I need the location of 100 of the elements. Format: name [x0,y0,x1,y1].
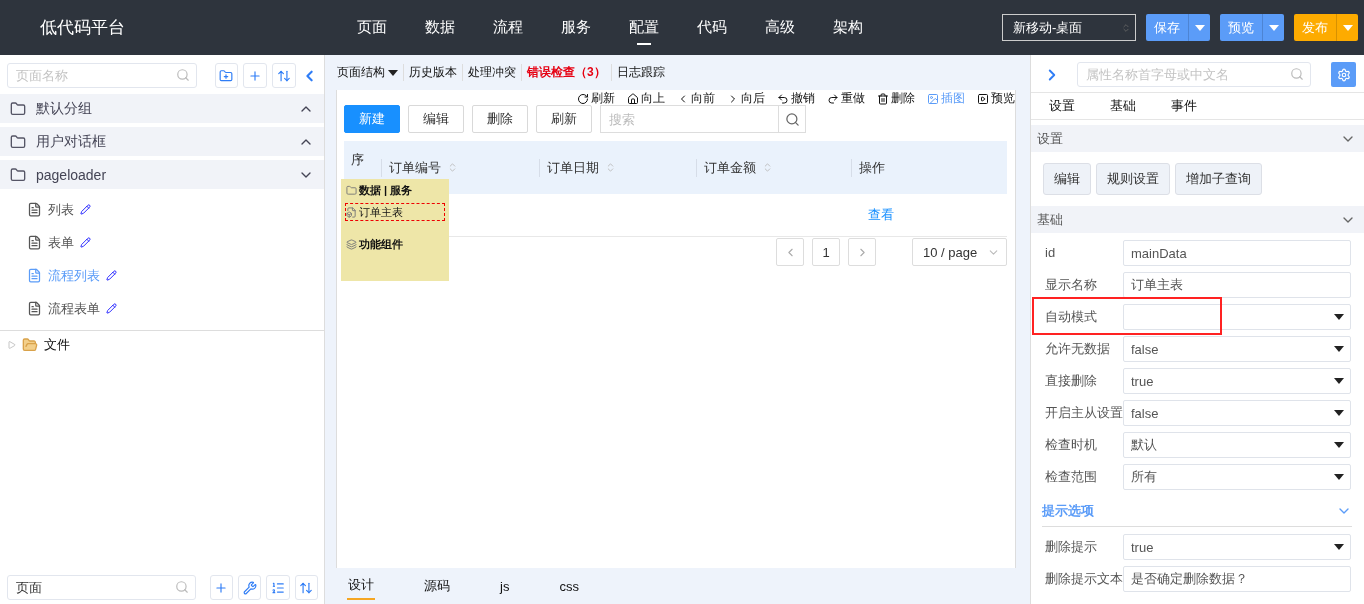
toolbar-action[interactable]: 向后 [727,90,765,107]
toolbar-action[interactable]: 重做 [827,90,865,107]
group-header[interactable]: 默认分组 [0,94,324,123]
toolbar-action[interactable]: 向上 [627,90,665,107]
settings-button[interactable] [1331,62,1356,87]
panel-tab[interactable]: 基础 [1110,97,1136,115]
menu-item[interactable]: 日志跟踪 [610,64,670,81]
page-label: 列表 [48,200,74,219]
popup-item[interactable]: 数据 | 服务 [345,181,445,199]
toolbar-button[interactable]: 编辑 [408,105,464,133]
add-folder-button[interactable] [214,63,239,88]
nav-tab[interactable]: 流程 [474,10,542,45]
page-item[interactable]: 表单 [0,226,324,259]
column-header[interactable]: 序 [344,141,381,169]
plus-icon [214,580,229,595]
nav-tab[interactable]: 数据 [406,10,474,45]
popup-item[interactable]: 订单主表 [345,203,445,221]
section-title: 设置 [1037,129,1063,148]
column-header[interactable]: 订单编号 [381,158,539,177]
pencil-icon[interactable] [80,237,91,248]
property-select[interactable]: true [1123,534,1351,560]
property-input[interactable]: mainData [1123,240,1351,266]
toolbar-action[interactable]: 删除 [877,90,915,107]
sort-icon [447,162,458,173]
pencil-icon[interactable] [80,204,91,215]
caret-icon [1268,24,1279,31]
toolbar-action[interactable]: 预览 [977,90,1015,107]
property-input[interactable]: 是否确定删除数据？ [1123,566,1351,592]
nav-tab[interactable]: 配置 [610,10,678,45]
section-button[interactable]: 编辑 [1043,163,1091,195]
tree-item[interactable]: 文件 [0,330,324,359]
page-item[interactable]: 列表 [0,193,324,226]
wrench-button[interactable] [238,575,262,600]
nav-tab[interactable]: 高级 [746,10,814,45]
section-header[interactable]: 设置 [1031,125,1364,152]
nav-tab[interactable]: 代码 [678,10,746,45]
wrench-icon [242,580,257,595]
property-select[interactable]: true [1123,368,1351,394]
folder-icon [10,100,26,117]
section-header[interactable]: 基础 [1031,206,1364,233]
menu-item[interactable]: 处理冲突 [462,64,521,81]
group-header[interactable]: pageloader [0,160,324,189]
group-header[interactable]: 用户对话框 [0,127,324,156]
device-select[interactable]: 新移动-桌面 [1002,14,1136,41]
property-label: 自动模式 [1045,309,1098,325]
folder-icon [346,184,357,196]
menu-item[interactable]: 错误检查（3） [521,64,611,81]
section-button[interactable]: 规则设置 [1096,163,1170,195]
panel-tab[interactable]: 事件 [1171,97,1197,115]
editor-tab[interactable]: 源码 [423,573,451,599]
column-header[interactable]: 操作 [851,158,1007,177]
add-button[interactable] [243,63,268,88]
column-header[interactable]: 订单日期 [539,158,696,177]
toolbar-action[interactable]: 向前 [677,90,715,107]
search-field[interactable]: 页面 [7,575,196,600]
menu-item[interactable]: 页面结构 [337,64,403,81]
editor-tab[interactable]: js [499,574,511,598]
nav-tab[interactable]: 服务 [542,10,610,45]
nav-tab[interactable]: 页面 [338,10,406,45]
add-button[interactable] [209,575,234,600]
page-number-button[interactable]: 1 [812,238,840,266]
column-header[interactable]: 订单金额 [696,158,851,177]
nav-tab[interactable]: 架构 [814,10,882,45]
property-select[interactable]: false [1123,400,1351,426]
pencil-icon[interactable] [106,303,117,314]
property-label: 检查时机 [1045,437,1098,453]
sort-button[interactable] [272,63,296,88]
property-select[interactable]: false [1123,336,1351,362]
section-button[interactable]: 增加子查询 [1175,163,1262,195]
property-input[interactable]: 订单主表 [1123,272,1351,298]
property-select[interactable]: 所有 [1123,464,1351,490]
property-select[interactable]: 默认 [1123,432,1351,458]
toolbar-button[interactable]: 删除 [472,105,528,133]
menu-item[interactable]: 历史版本 [403,64,462,81]
caret-icon [1194,24,1205,31]
property-label: 检查范围 [1045,469,1098,485]
page-item[interactable]: 流程表单 [0,292,324,325]
ordered-list-button[interactable] [266,575,290,600]
folder-icon [10,133,26,150]
caret-icon [1334,474,1344,480]
sort-button[interactable] [294,575,318,600]
toolbar-action[interactable]: 刷新 [577,90,615,107]
toolbar-action[interactable]: 撤销 [777,90,815,107]
popup-item[interactable]: 功能组件 [345,235,445,253]
editor-tab[interactable]: css [558,574,580,598]
home-icon [627,92,639,105]
file-icon [346,206,357,218]
caret-icon [1334,410,1344,416]
pencil-icon[interactable] [106,270,117,281]
search-field[interactable]: 搜索 [600,105,778,133]
play-icon [977,92,989,105]
toolbar-button[interactable]: 刷新 [536,105,592,133]
caret-icon [1334,544,1344,550]
sort-icon [605,162,616,173]
page-size-select[interactable]: 10 / page [912,238,1007,266]
editor-tab[interactable]: 设计 [347,572,375,600]
panel-tab[interactable]: 设置 [1049,97,1075,115]
image-icon [927,92,939,105]
dropdown-icon [1121,22,1131,33]
search-button[interactable] [778,105,806,133]
